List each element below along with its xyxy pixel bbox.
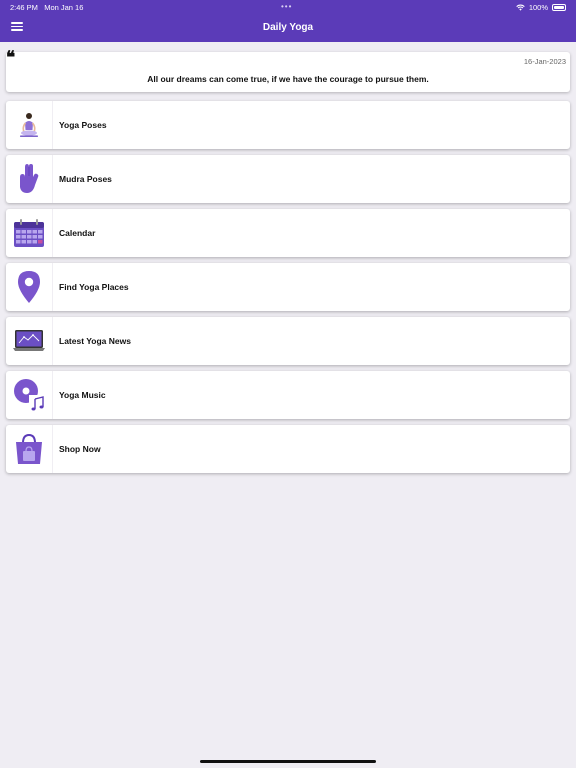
- menu-label-find-yoga-places: Find Yoga Places: [59, 282, 129, 292]
- wifi-icon: [516, 4, 525, 11]
- battery-percent: 100%: [528, 3, 548, 12]
- menu-item-yoga-music[interactable]: Yoga Music: [6, 371, 570, 419]
- menu-item-yoga-poses[interactable]: Yoga Poses: [6, 101, 570, 149]
- menu-item-find-yoga-places[interactable]: Find Yoga Places: [6, 263, 570, 311]
- quote-text: All our dreams can come true, if we have…: [147, 74, 429, 84]
- shopping-bag-icon: [6, 425, 53, 473]
- navigation-bar: 2:46 PM Mon Jan 16 ••• 100% Daily Yoga: [0, 0, 576, 42]
- menu-label-shop-now: Shop Now: [59, 444, 101, 454]
- status-time: 2:46 PM Mon Jan 16: [10, 3, 83, 12]
- battery-icon: [552, 4, 566, 11]
- menu-item-shop-now[interactable]: Shop Now: [6, 425, 570, 473]
- menu-label-mudra-poses: Mudra Poses: [59, 174, 112, 184]
- menu-label-calendar: Calendar: [59, 228, 96, 238]
- quote-card: ❝ 16-Jan-2023 All our dreams can come tr…: [6, 48, 570, 92]
- menu-item-latest-yoga-news[interactable]: Latest Yoga News: [6, 317, 570, 365]
- page-title: Daily Yoga: [262, 22, 314, 33]
- status-time-text: 2:46 PM: [10, 3, 38, 12]
- status-indicators: 100%: [516, 3, 566, 12]
- quote-mark-icon: ❝: [6, 48, 16, 68]
- mudra-hand-icon: [6, 155, 53, 203]
- map-pin-icon: [6, 263, 53, 311]
- menu-label-yoga-music: Yoga Music: [59, 390, 106, 400]
- calendar-icon: [6, 209, 53, 257]
- laptop-news-icon: [6, 317, 53, 365]
- multitask-dots-icon[interactable]: •••: [281, 2, 292, 11]
- quote-date: 16-Jan-2023: [523, 57, 566, 66]
- menu-label-latest-yoga-news: Latest Yoga News: [59, 336, 131, 346]
- menu-item-mudra-poses[interactable]: Mudra Poses: [6, 155, 570, 203]
- home-indicator[interactable]: [200, 760, 376, 763]
- menu-label-yoga-poses: Yoga Poses: [59, 120, 107, 130]
- music-disc-icon: [6, 371, 53, 419]
- yoga-pose-icon: [6, 101, 53, 149]
- status-date-text: Mon Jan 16: [44, 3, 84, 12]
- menu-item-calendar[interactable]: Calendar: [6, 209, 570, 257]
